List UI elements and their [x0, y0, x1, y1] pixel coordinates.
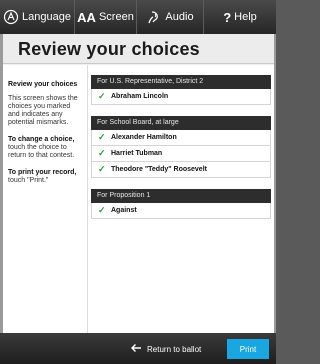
text-size-icon: AA	[77, 9, 96, 25]
instructions-intro: This screen shows the choices you marked…	[8, 95, 78, 126]
top-toolbar: Language AA Screen Audio ? Help	[0, 0, 276, 34]
contest-title: For Proposition 1	[91, 189, 271, 203]
check-icon: ✓	[98, 148, 106, 158]
choice-label: Alexander Hamilton	[111, 134, 177, 141]
print-bold: To print your record,	[8, 169, 77, 176]
language-icon	[3, 9, 19, 25]
choice-row[interactable]: ✓ Alexander Hamilton	[91, 130, 271, 146]
check-icon: ✓	[98, 205, 106, 215]
choice-label: Theodore "Teddy" Roosevelt	[111, 166, 207, 173]
contest-title: For School Board, at large	[91, 116, 271, 130]
choice-row[interactable]: ✓ Abraham Lincoln	[91, 89, 271, 105]
screen-button[interactable]: AA Screen	[75, 0, 137, 34]
check-icon: ✓	[98, 91, 106, 101]
change-text: touch the choice to return to that conte…	[8, 144, 75, 159]
choice-label: Abraham Lincoln	[111, 93, 169, 100]
print-button[interactable]: Print	[227, 339, 269, 359]
check-icon: ✓	[98, 132, 106, 142]
language-label: Language	[22, 11, 71, 23]
instructions-heading: Review your choices	[8, 81, 78, 88]
choice-label: Against	[111, 207, 137, 214]
instructions-change: To change a choice, touch the choice to …	[8, 136, 83, 160]
page-heading-bar: Review your choices	[3, 34, 274, 64]
audio-button[interactable]: Audio	[137, 0, 204, 34]
help-button[interactable]: ? Help	[204, 0, 276, 34]
page-title: Review your choices	[18, 39, 200, 59]
choice-row[interactable]: ✓ Against	[91, 203, 271, 219]
arrow-left-icon	[130, 343, 142, 355]
contest-card[interactable]: For U.S. Representative, District 2 ✓ Ab…	[91, 75, 271, 105]
help-label: Help	[234, 11, 257, 23]
check-icon: ✓	[98, 164, 106, 174]
contest-title: For U.S. Representative, District 2	[91, 75, 271, 89]
audio-label: Audio	[165, 11, 194, 23]
choice-label: Harriet Tubman	[111, 150, 163, 157]
return-label: Return to ballot	[147, 344, 202, 354]
language-button[interactable]: Language	[0, 0, 75, 34]
screen-label: Screen	[98, 11, 134, 23]
contest-list: For U.S. Representative, District 2 ✓ Ab…	[91, 75, 271, 230]
contest-card[interactable]: For School Board, at large ✓ Alexander H…	[91, 116, 271, 178]
help-icon: ?	[223, 9, 232, 25]
bottom-bar: Return to ballot Print	[0, 333, 276, 364]
return-to-ballot-button[interactable]: Return to ballot	[130, 340, 201, 358]
instructions-print: To print your record, touch "Print."	[8, 169, 83, 185]
instructions-panel: Review your choices This screen shows th…	[3, 65, 88, 333]
review-content: Review your choices This screen shows th…	[3, 65, 274, 333]
print-text: touch "Print."	[8, 177, 49, 184]
contest-card[interactable]: For Proposition 1 ✓ Against	[91, 189, 271, 219]
choice-row[interactable]: ✓ Harriet Tubman	[91, 146, 271, 162]
change-bold: To change a choice,	[8, 136, 75, 143]
choice-row[interactable]: ✓ Theodore "Teddy" Roosevelt	[91, 162, 271, 178]
audio-icon	[146, 9, 162, 25]
